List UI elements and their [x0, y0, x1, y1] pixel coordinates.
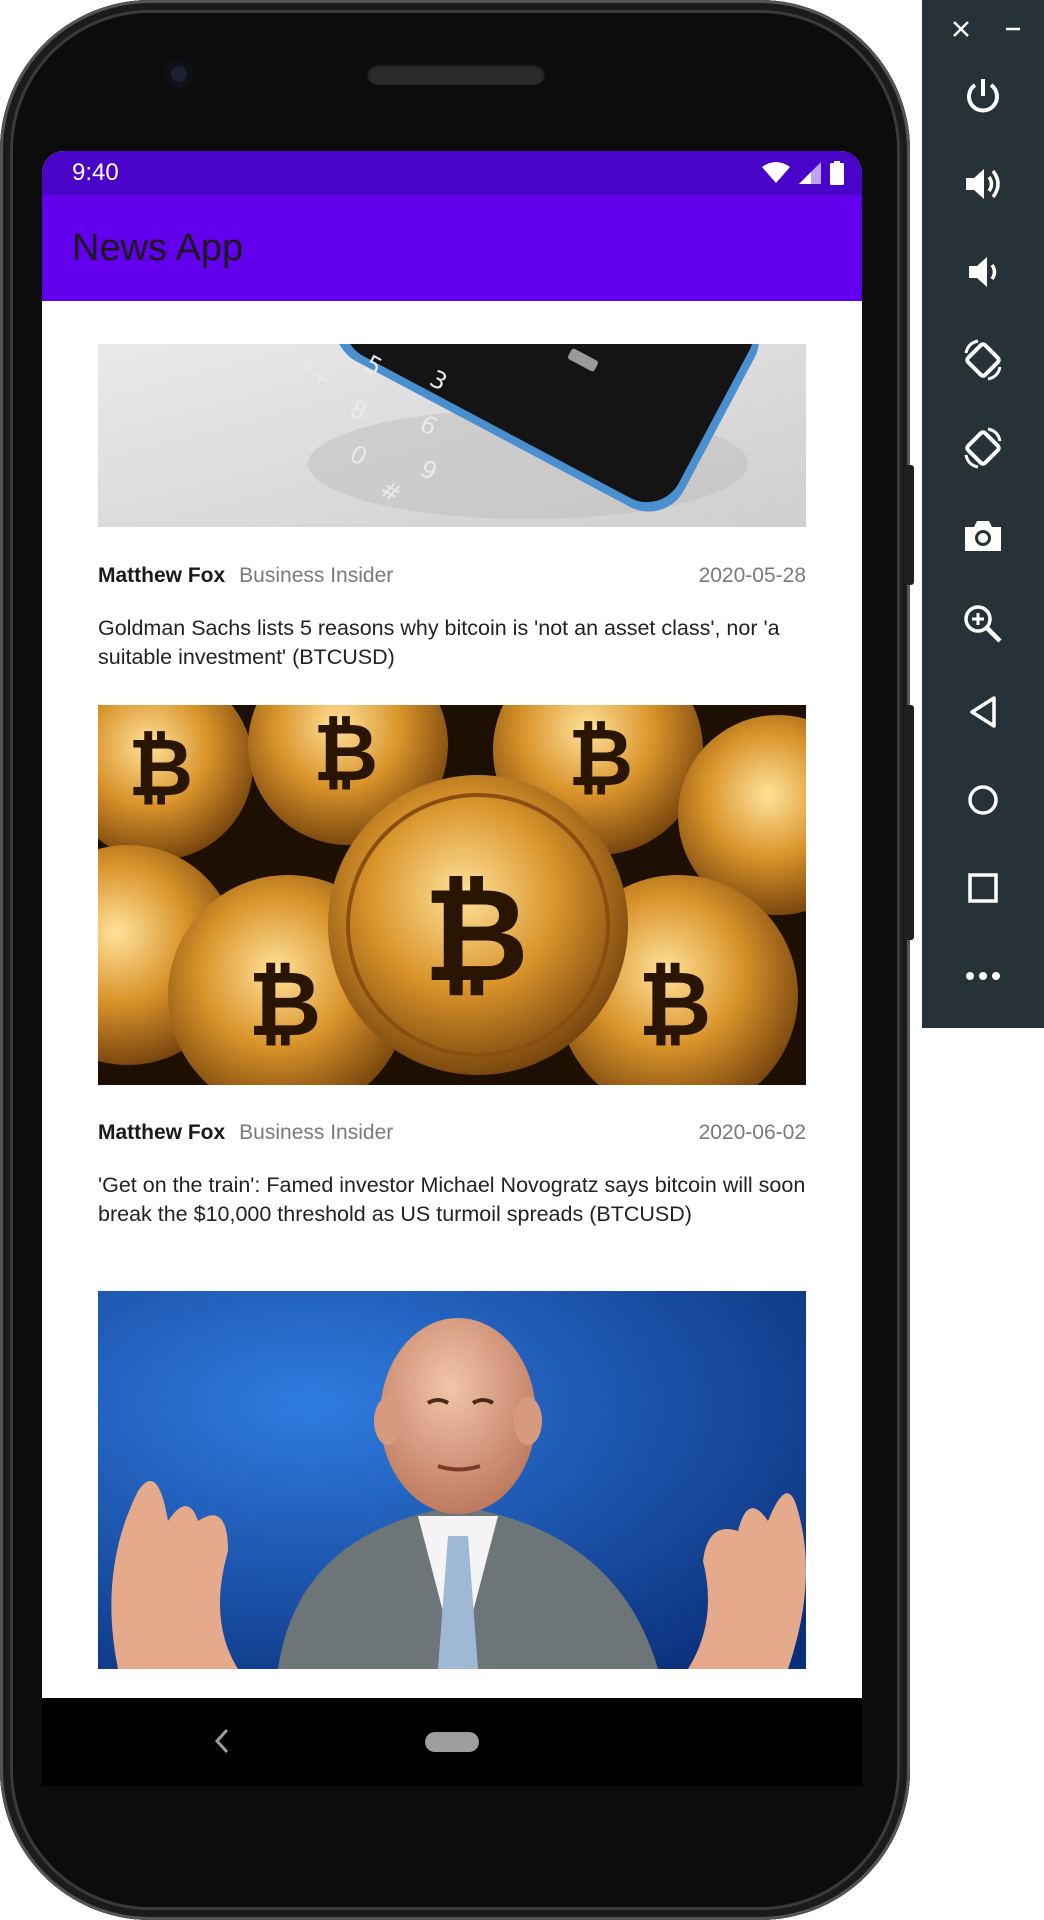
app-bar: News App — [42, 195, 862, 301]
volume-up-icon — [966, 169, 1000, 199]
phone-keypad-image: *+ 5 3 8 6 0 9 # — [98, 344, 806, 527]
article-image[interactable]: *+ 5 3 8 6 0 9 # — [98, 344, 806, 527]
more-icon — [966, 972, 1000, 980]
svg-text:₿: ₿ — [128, 721, 193, 814]
svg-text:₿: ₿ — [313, 706, 378, 799]
news-feed[interactable]: *+ 5 3 8 6 0 9 # Matthew Fox Business In… — [42, 301, 862, 1786]
zoom-button[interactable] — [922, 594, 1044, 654]
device-screen: 9:40 News App *+ 5 3 8 6 0 9 # Matthew F… — [42, 151, 862, 1786]
power-icon — [967, 79, 999, 113]
article-image[interactable] — [98, 1291, 806, 1669]
nav-home-pill[interactable] — [425, 1732, 479, 1752]
svg-text:₿: ₿ — [248, 952, 321, 1057]
article-date: 2020-06-02 — [698, 1121, 806, 1144]
app-title: News App — [72, 226, 244, 269]
status-time: 9:40 — [72, 159, 119, 186]
article-source: Business Insider — [239, 564, 394, 587]
volume-up-button[interactable] — [922, 154, 1044, 214]
status-bar: 9:40 — [42, 151, 862, 195]
signal-icon — [799, 162, 821, 184]
earpiece-speaker — [367, 63, 545, 85]
investor-portrait-image — [98, 1291, 806, 1669]
emulator-toolbar — [922, 0, 1044, 1028]
camera-icon — [965, 521, 1001, 551]
home-icon — [968, 785, 998, 815]
svg-text:₿: ₿ — [638, 952, 711, 1057]
more-button[interactable] — [922, 946, 1044, 1006]
article-image[interactable]: ₿ ₿ ₿ ₿ ₿ ₿ — [98, 705, 806, 1085]
home-button[interactable] — [922, 770, 1044, 830]
article-date: 2020-05-28 — [698, 564, 806, 587]
article-author: Matthew Fox — [98, 1121, 226, 1144]
navigation-bar — [42, 1698, 862, 1786]
front-camera — [165, 60, 193, 88]
bitcoin-coins-image: ₿ ₿ ₿ ₿ ₿ ₿ — [98, 705, 806, 1085]
rotate-right-button[interactable] — [922, 418, 1044, 478]
article-meta: Matthew Fox Business Insider 2020-05-28 — [98, 564, 806, 594]
svg-text:₿: ₿ — [423, 859, 529, 1011]
screenshot-button[interactable] — [922, 506, 1044, 566]
power-button[interactable] — [922, 66, 1044, 126]
rotate-right-icon — [964, 427, 1002, 469]
article-source: Business Insider — [239, 1121, 394, 1144]
back-icon — [970, 696, 996, 728]
nav-back-icon[interactable] — [212, 1726, 232, 1756]
close-icon[interactable] — [952, 20, 970, 38]
volume-down-button[interactable] — [922, 242, 1044, 302]
battery-icon — [830, 161, 844, 185]
article-title[interactable]: Goldman Sachs lists 5 reasons why bitcoi… — [98, 614, 806, 672]
article-title[interactable]: 'Get on the train': Famed investor Micha… — [98, 1171, 806, 1229]
article-card[interactable]: Matthew Fox Business Insider 2020-06-02 … — [98, 1121, 806, 1229]
rotate-left-icon — [964, 339, 1002, 381]
article-card[interactable]: Matthew Fox Business Insider 2020-05-28 … — [98, 564, 806, 672]
article-meta: Matthew Fox Business Insider 2020-06-02 — [98, 1121, 806, 1151]
overview-icon — [968, 873, 998, 903]
minimize-icon[interactable] — [1004, 20, 1022, 38]
article-author: Matthew Fox — [98, 564, 226, 587]
back-button[interactable] — [922, 682, 1044, 742]
side-button — [904, 705, 914, 940]
side-button — [904, 465, 914, 585]
zoom-icon — [964, 605, 1002, 643]
wifi-icon — [762, 162, 790, 183]
rotate-left-button[interactable] — [922, 330, 1044, 390]
overview-button[interactable] — [922, 858, 1044, 918]
volume-down-icon — [969, 257, 997, 287]
svg-text:₿: ₿ — [568, 711, 633, 804]
